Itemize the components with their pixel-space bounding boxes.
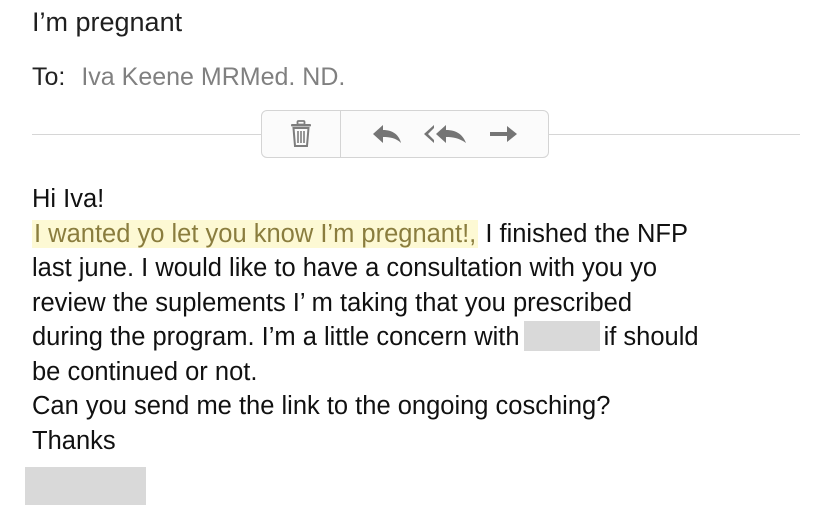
body-line: review the suplements I’ m taking that y… [32,288,633,317]
body-line: during the program. I’m a little concern… [32,320,822,355]
email-subject: I’m pregnant [32,7,183,37]
body-text-segment: I finished the NFP [478,219,689,248]
redacted-word [523,321,600,351]
greeting-line: Hi Iva! [32,185,105,213]
to-row: To: Iva Keene MRMed. ND. [32,60,345,94]
delete-button[interactable] [262,111,341,157]
body-line: last june. I would like to have a consul… [32,254,658,282]
divider-right [548,134,800,135]
redacted-signature [25,467,146,505]
forward-icon [487,122,519,146]
forward-button[interactable] [487,122,519,146]
message-toolbar [261,110,549,158]
highlighted-text: I wanted yo let you know I’m pregnant!, [32,219,479,248]
body-text-segment: if should [603,323,699,351]
recipient-name[interactable]: Iva Keene MRMed. ND. [81,63,345,91]
reply-all-icon [423,122,469,146]
to-label: To: [32,63,66,91]
body-line: be continued or not. [32,357,258,386]
closing-line: Thanks [32,426,116,455]
message-body: Hi Iva! I wanted yo let you know I’m pre… [32,182,822,458]
body-line: I wanted yo let you know I’m pregnant!, … [32,217,822,252]
reply-actions [341,122,548,146]
trash-icon [289,120,313,148]
reply-all-button[interactable] [423,122,469,146]
body-text-segment: during the program. I’m a little concern… [32,323,520,351]
body-line: Can you send me the link to the ongoing … [32,392,611,420]
divider-left [32,134,262,135]
reply-button[interactable] [370,122,404,146]
reply-icon [370,122,404,146]
